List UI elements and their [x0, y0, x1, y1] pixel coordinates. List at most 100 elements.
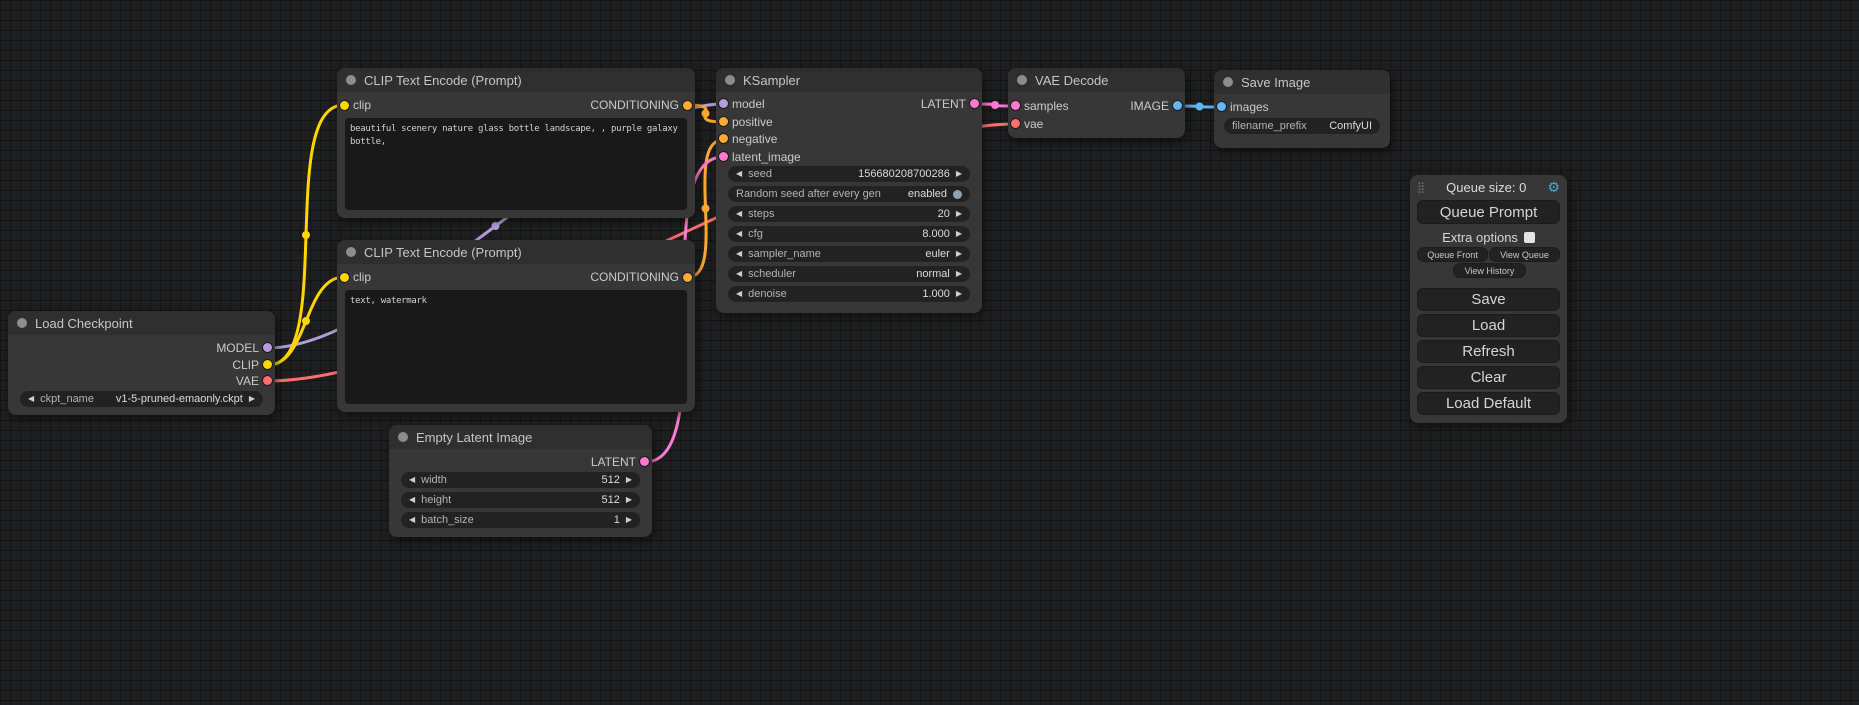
widget-value: 1	[614, 514, 620, 526]
decrement-arrow-icon[interactable]: ◀	[736, 226, 742, 242]
output-label-latent: LATENT	[591, 455, 636, 469]
increment-arrow-icon[interactable]: ▶	[956, 226, 962, 242]
node-title: Empty Latent Image	[416, 430, 532, 445]
increment-arrow-icon[interactable]: ▶	[956, 166, 962, 182]
node-status-dot-icon	[346, 75, 356, 85]
output-slot-clip[interactable]	[263, 360, 272, 369]
node-title-bar[interactable]: CLIP Text Encode (Prompt)	[337, 240, 695, 264]
decrement-arrow-icon[interactable]: ◀	[409, 472, 415, 488]
input-slot-clip[interactable]	[340, 101, 349, 110]
input-slot-images[interactable]	[1217, 102, 1226, 111]
node-title-bar[interactable]: Load Checkpoint	[8, 311, 275, 335]
output-slot-model[interactable]	[263, 343, 272, 352]
node-vae-decode[interactable]: VAE Decode samples vae IMAGE	[1008, 68, 1185, 138]
clear-button[interactable]: Clear	[1417, 366, 1560, 389]
widget-label: height	[421, 494, 451, 506]
node-title-bar[interactable]: Save Image	[1214, 70, 1390, 94]
decrement-arrow-icon[interactable]: ◀	[736, 266, 742, 282]
node-title-bar[interactable]: VAE Decode	[1008, 68, 1185, 92]
input-label-clip: clip	[353, 98, 371, 112]
node-status-dot-icon	[398, 432, 408, 442]
node-empty-latent-image[interactable]: Empty Latent Image LATENT ◀ width 512 ▶ …	[389, 425, 652, 537]
view-queue-button[interactable]: View Queue	[1489, 247, 1560, 262]
input-slot-samples[interactable]	[1011, 101, 1020, 110]
seed-widget[interactable]: ◀ seed 156680208700286 ▶	[728, 166, 970, 182]
increment-arrow-icon[interactable]: ▶	[626, 492, 632, 508]
height-widget[interactable]: ◀ height 512 ▶	[401, 492, 640, 508]
scheduler-widget[interactable]: ◀ scheduler normal ▶	[728, 266, 970, 282]
view-history-button[interactable]: View History	[1453, 263, 1526, 278]
output-slot-latent[interactable]	[640, 457, 649, 466]
widget-label: filename_prefix	[1232, 120, 1307, 132]
node-clip-text-encode-positive[interactable]: CLIP Text Encode (Prompt) clip CONDITION…	[337, 68, 695, 218]
node-title: CLIP Text Encode (Prompt)	[364, 245, 522, 260]
decrement-arrow-icon[interactable]: ◀	[736, 286, 742, 302]
load-default-button[interactable]: Load Default	[1417, 392, 1560, 415]
node-title: KSampler	[743, 73, 800, 88]
queue-prompt-button[interactable]: Queue Prompt	[1417, 200, 1560, 224]
widget-value: 512	[601, 474, 619, 486]
refresh-button[interactable]: Refresh	[1417, 340, 1560, 363]
decrement-arrow-icon[interactable]: ◀	[736, 206, 742, 222]
denoise-widget[interactable]: ◀ denoise 1.000 ▶	[728, 286, 970, 302]
node-clip-text-encode-negative[interactable]: CLIP Text Encode (Prompt) clip CONDITION…	[337, 240, 695, 412]
node-title-bar[interactable]: KSampler	[716, 68, 982, 92]
drag-handle-icon[interactable]: ⣿	[1417, 181, 1425, 194]
ckpt-name-widget[interactable]: ◀ ckpt_name v1-5-pruned-emaonly.ckpt ▶	[20, 391, 263, 407]
node-status-dot-icon	[17, 318, 27, 328]
input-slot-negative[interactable]	[719, 134, 728, 143]
output-slot-conditioning[interactable]	[683, 273, 692, 282]
increment-arrow-icon[interactable]: ▶	[626, 512, 632, 528]
extra-options-checkbox[interactable]	[1524, 232, 1535, 243]
conditioning-link-positive-midpoint-dot	[702, 110, 710, 118]
load-button[interactable]: Load	[1417, 314, 1560, 337]
widget-value: enabled	[908, 188, 947, 200]
increment-arrow-icon[interactable]: ▶	[956, 286, 962, 302]
cfg-widget[interactable]: ◀ cfg 8.000 ▶	[728, 226, 970, 242]
decrement-arrow-icon[interactable]: ◀	[409, 512, 415, 528]
output-label-conditioning: CONDITIONING	[590, 98, 679, 112]
input-slot-latent-image[interactable]	[719, 152, 728, 161]
input-slot-clip[interactable]	[340, 273, 349, 282]
widget-value: 1.000	[922, 288, 950, 300]
output-slot-latent[interactable]	[970, 99, 979, 108]
node-load-checkpoint[interactable]: Load Checkpoint MODEL CLIP VAE ◀ ckpt_na…	[8, 311, 275, 415]
sampler-name-widget[interactable]: ◀ sampler_name euler ▶	[728, 246, 970, 262]
settings-gear-icon[interactable]: ⚙	[1547, 179, 1560, 196]
output-slot-vae[interactable]	[263, 376, 272, 385]
queue-front-button[interactable]: Queue Front	[1417, 247, 1488, 262]
input-slot-positive[interactable]	[719, 117, 728, 126]
steps-widget[interactable]: ◀ steps 20 ▶	[728, 206, 970, 222]
node-title-bar[interactable]: Empty Latent Image	[389, 425, 652, 449]
input-slot-model[interactable]	[719, 99, 728, 108]
input-label-vae: vae	[1024, 117, 1043, 131]
random-seed-toggle-widget[interactable]: Random seed after every gen enabled	[728, 186, 970, 202]
node-save-image[interactable]: Save Image images filename_prefix ComfyU…	[1214, 70, 1390, 148]
decrement-arrow-icon[interactable]: ◀	[409, 492, 415, 508]
prompt-textarea[interactable]: beautiful scenery nature glass bottle la…	[345, 118, 687, 210]
decrement-arrow-icon[interactable]: ◀	[28, 391, 34, 407]
input-slot-vae[interactable]	[1011, 119, 1020, 128]
width-widget[interactable]: ◀ width 512 ▶	[401, 472, 640, 488]
queue-menu-panel[interactable]: ⣿ Queue size: 0 ⚙ Queue Prompt Extra opt…	[1410, 175, 1567, 423]
increment-arrow-icon[interactable]: ▶	[956, 246, 962, 262]
save-button[interactable]: Save	[1417, 288, 1560, 311]
node-canvas[interactable]: { "colors": { "model": "#B39DDB", "clip"…	[0, 0, 1859, 705]
widget-value: v1-5-pruned-emaonly.ckpt	[116, 393, 243, 405]
toggle-knob-icon[interactable]	[953, 190, 962, 199]
increment-arrow-icon[interactable]: ▶	[626, 472, 632, 488]
decrement-arrow-icon[interactable]: ◀	[736, 246, 742, 262]
widget-value: 20	[938, 208, 950, 220]
output-slot-conditioning[interactable]	[683, 101, 692, 110]
node-ksampler[interactable]: KSampler model positive negative latent_…	[716, 68, 982, 313]
widget-label: width	[421, 474, 447, 486]
batch-size-widget[interactable]: ◀ batch_size 1 ▶	[401, 512, 640, 528]
output-slot-image[interactable]	[1173, 101, 1182, 110]
filename-prefix-widget[interactable]: filename_prefix ComfyUI	[1224, 118, 1380, 134]
node-title-bar[interactable]: CLIP Text Encode (Prompt)	[337, 68, 695, 92]
increment-arrow-icon[interactable]: ▶	[249, 391, 255, 407]
increment-arrow-icon[interactable]: ▶	[956, 206, 962, 222]
increment-arrow-icon[interactable]: ▶	[956, 266, 962, 282]
decrement-arrow-icon[interactable]: ◀	[736, 166, 742, 182]
prompt-textarea[interactable]: text, watermark	[345, 290, 687, 404]
